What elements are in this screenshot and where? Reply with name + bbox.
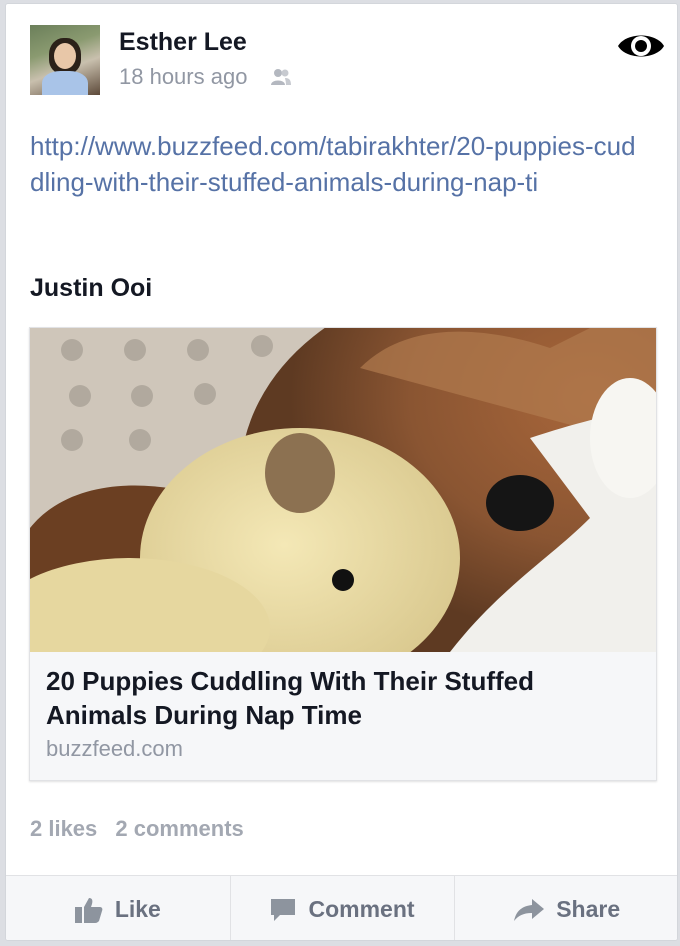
action-bar: Like Comment Share <box>6 875 677 940</box>
eye-icon[interactable] <box>612 20 670 72</box>
post-stats: 2 likes 2 comments <box>30 816 256 842</box>
comments-count[interactable]: 2 comments <box>115 816 243 841</box>
comment-label: Comment <box>308 896 415 922</box>
avatar[interactable] <box>30 25 100 95</box>
share-button[interactable]: Share <box>455 876 677 940</box>
preview-title[interactable]: 20 Puppies Cuddling With Their Stuffed A… <box>46 664 636 732</box>
share-arrow-icon <box>514 898 545 921</box>
comment-icon <box>271 898 296 921</box>
friends-icon <box>271 69 291 85</box>
author-name[interactable]: Esther Lee <box>119 28 247 57</box>
preview-domain: buzzfeed.com <box>46 736 183 761</box>
shared-link[interactable]: http://www.buzzfeed.com/tabirakhter/20-p… <box>30 128 640 200</box>
likes-count[interactable]: 2 likes <box>30 816 97 841</box>
share-label: Share <box>556 896 621 922</box>
link-preview-card[interactable]: 20 Puppies Cuddling With Their Stuffed A… <box>29 327 657 781</box>
like-label: Like <box>114 896 161 922</box>
post-card: Esther Lee 18 hours ago http://www.buzzf… <box>5 3 678 941</box>
tagged-person[interactable]: Justin Ooi <box>30 274 152 303</box>
post-timestamp[interactable]: 18 hours ago <box>119 64 247 90</box>
preview-image[interactable] <box>30 328 656 652</box>
like-button[interactable]: Like <box>6 876 231 940</box>
comment-button[interactable]: Comment <box>231 876 456 940</box>
thumbs-up-icon <box>74 897 103 923</box>
